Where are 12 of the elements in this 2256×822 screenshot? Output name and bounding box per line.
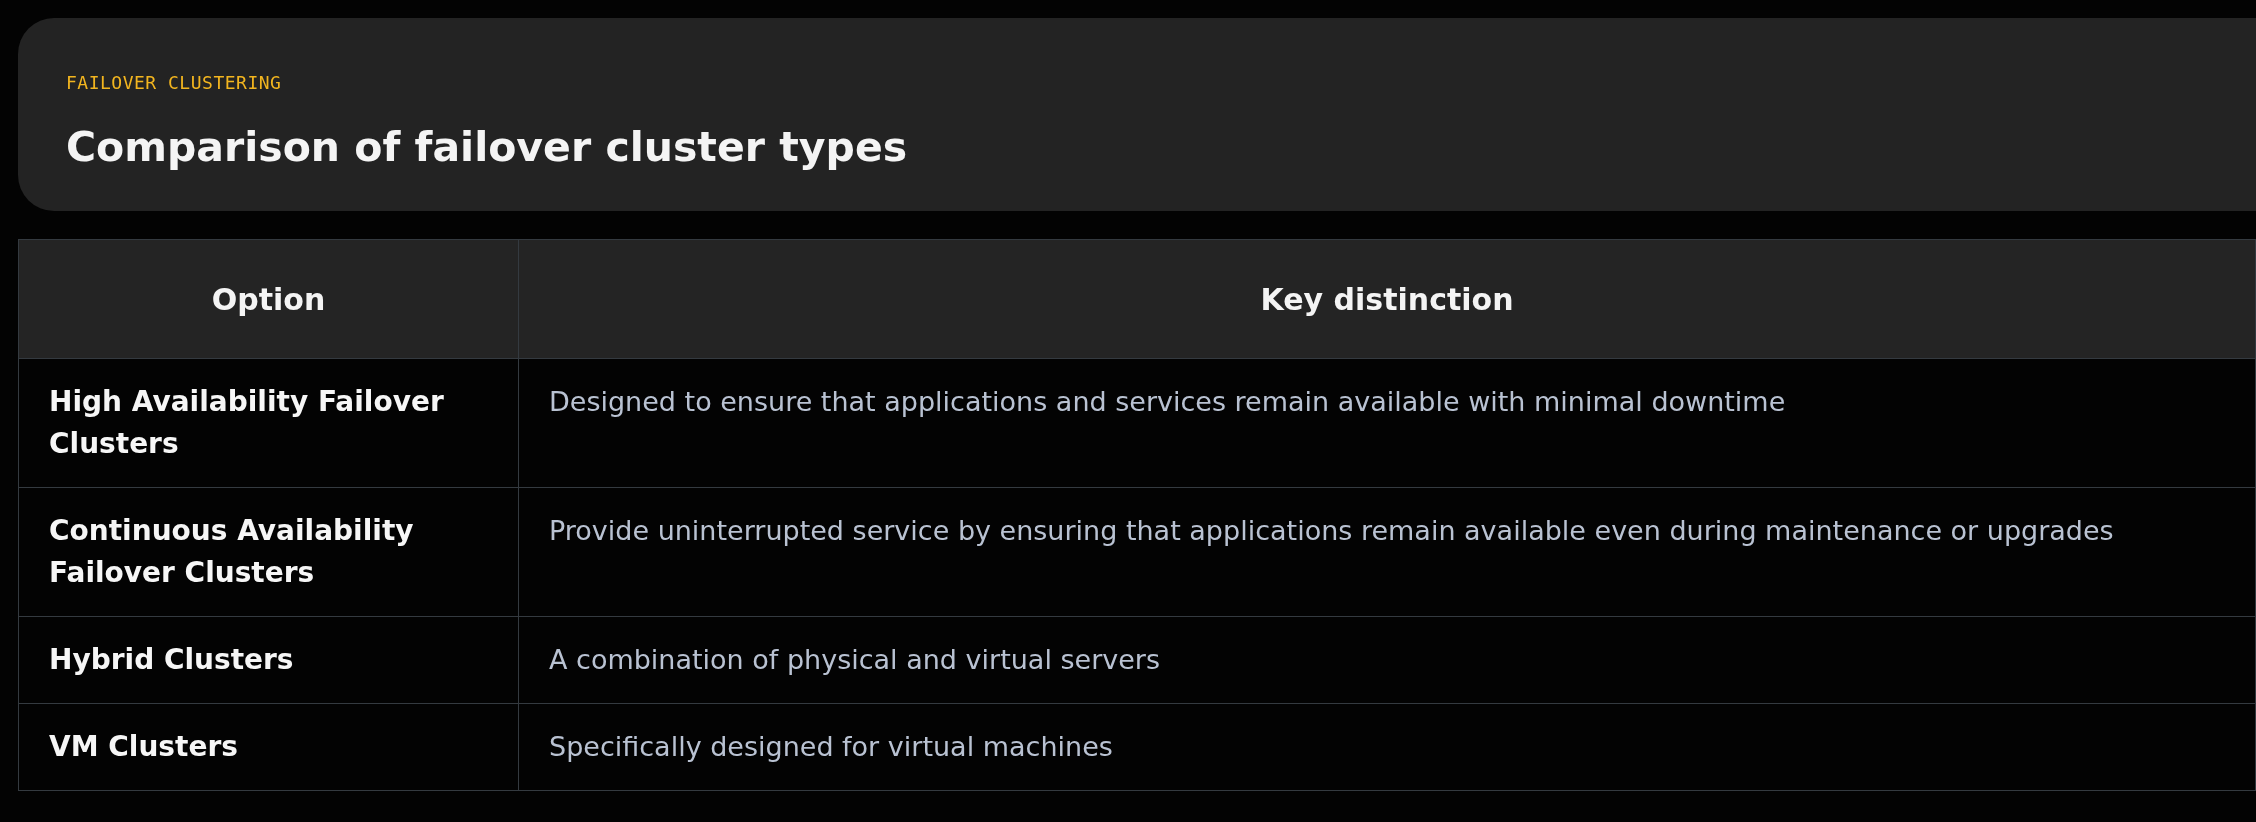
eyebrow-label: FAILOVER CLUSTERING <box>66 72 283 93</box>
distinction-cell: Specifically designed for virtual machines <box>518 703 2256 791</box>
option-cell: High Availability Failover Clusters <box>18 358 519 488</box>
column-header: Key distinction <box>518 239 2256 359</box>
option-cell: Hybrid Clusters <box>18 616 519 704</box>
distinction-cell: Provide uninterrupted service by ensuring that applications remain available even during maintenance or upgrades <box>518 487 2256 617</box>
option-cell: VM Clusters <box>18 703 519 791</box>
distinction-cell: Designed to ensure that applications and services remain available with minimal downtime <box>518 358 2256 488</box>
distinction-cell: A combination of physical and virtual servers <box>518 616 2256 704</box>
page-title: Comparison of failover cluster types <box>66 123 909 171</box>
option-cell: Continuous Availability Failover Clusters <box>18 487 519 617</box>
column-header: Option <box>18 239 519 359</box>
